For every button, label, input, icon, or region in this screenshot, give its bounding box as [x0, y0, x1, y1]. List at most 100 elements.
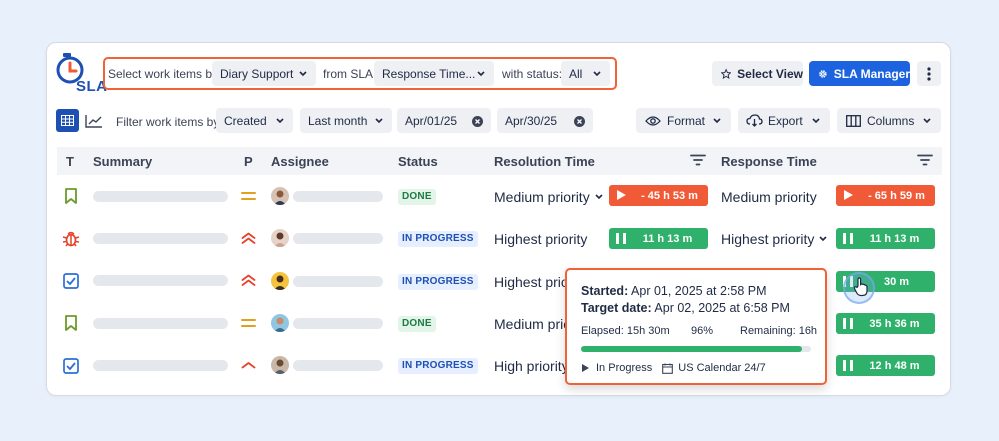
- column-header-priority[interactable]: P: [244, 154, 253, 169]
- response-priority: Highest priority: [721, 231, 815, 247]
- timer-value: - 45 h 53 m: [641, 189, 698, 202]
- status-badge: DONE: [398, 189, 436, 205]
- status-badge: IN PROGRESS: [398, 358, 478, 374]
- timer-value: 35 h 36 m: [869, 317, 920, 330]
- timer-value: 12 h 48 m: [869, 359, 920, 372]
- columns-button[interactable]: Columns: [837, 108, 941, 133]
- avatar: [271, 229, 289, 247]
- avatar: [271, 314, 289, 332]
- sla-dropdown[interactable]: Response Time...: [374, 61, 494, 86]
- percent-text: 96%: [691, 325, 714, 337]
- chevron-down-icon: [593, 71, 601, 77]
- gear-icon: [819, 69, 827, 78]
- resolution-timer[interactable]: 11 h 13 m: [609, 228, 708, 249]
- checkbox-icon: [63, 273, 79, 289]
- chevron-down-icon: [477, 71, 485, 77]
- pause-icon: [616, 233, 626, 244]
- column-header-type[interactable]: T: [66, 154, 74, 169]
- elapsed-text: Elapsed: 15h 30m: [581, 325, 670, 337]
- bookmark-icon: [65, 188, 77, 204]
- star-icon: [721, 67, 732, 79]
- hand-cursor-icon: [853, 277, 868, 297]
- sla-state: In Progress: [596, 362, 653, 374]
- chevron-down-icon: [375, 118, 383, 124]
- target-label: Target date:: [581, 301, 652, 315]
- chevron-down-icon[interactable]: [594, 193, 604, 201]
- play-icon: [844, 190, 853, 200]
- more-options-button[interactable]: [917, 61, 941, 86]
- resolution-priority: Medium prio: [494, 316, 572, 332]
- progress-fill: [581, 346, 802, 352]
- response-timer[interactable]: 35 h 36 m: [836, 313, 935, 334]
- chevron-down-icon: [923, 118, 931, 124]
- export-button[interactable]: Export: [738, 108, 830, 133]
- resolution-timer[interactable]: - 45 h 53 m: [609, 185, 708, 206]
- clear-icon[interactable]: [574, 116, 585, 127]
- with-status-label: with status:: [502, 67, 563, 81]
- filter-label: Filter work items by:: [116, 115, 223, 129]
- resolution-priority: Highest priority: [494, 231, 588, 247]
- status-dropdown[interactable]: All: [561, 61, 610, 86]
- chevron-down-icon: [276, 118, 284, 124]
- sla-tooltip: Started: Apr 01, 2025 at 2:58 PM Target …: [565, 268, 827, 385]
- date-from-field[interactable]: Apr/01/25: [397, 108, 491, 133]
- filter-field-value: Created: [224, 113, 267, 128]
- response-timer[interactable]: - 65 h 59 m: [836, 185, 935, 206]
- avatar: [271, 272, 289, 290]
- calendar-name: US Calendar 24/7: [678, 362, 766, 374]
- date-to-field[interactable]: Apr/30/25: [497, 108, 593, 133]
- bookmark-icon: [65, 315, 77, 331]
- chevron-down-icon: [812, 118, 820, 124]
- summary-placeholder: [93, 233, 228, 244]
- column-header-response[interactable]: Response Time: [721, 154, 817, 169]
- pause-icon: [843, 318, 853, 329]
- timer-value: - 65 h 59 m: [868, 189, 925, 202]
- response-timer[interactable]: 11 h 13 m: [836, 228, 935, 249]
- eye-icon: [645, 115, 661, 126]
- status-badge: IN PROGRESS: [398, 231, 478, 247]
- column-header-assignee[interactable]: Assignee: [271, 154, 329, 169]
- clear-icon[interactable]: [472, 116, 483, 127]
- cloud-download-icon: [746, 114, 763, 127]
- started-value: Apr 01, 2025 at 2:58 PM: [631, 284, 767, 298]
- filter-period-value: Last month: [308, 113, 368, 128]
- status-badge: IN PROGRESS: [398, 274, 478, 290]
- format-button[interactable]: Format: [636, 108, 731, 133]
- status-badge: DONE: [398, 316, 436, 332]
- chevron-down-icon: [299, 71, 307, 77]
- filter-period-dropdown[interactable]: Last month: [300, 108, 392, 133]
- checkbox-icon: [63, 358, 79, 374]
- sla-value: Response Time...: [382, 66, 476, 81]
- summary-placeholder: [93, 191, 228, 202]
- chevron-down-icon[interactable]: [818, 235, 828, 243]
- select-view-button[interactable]: Select View: [712, 61, 803, 86]
- project-dropdown[interactable]: Diary Support: [212, 61, 316, 86]
- bug-icon: [62, 231, 80, 247]
- filter-field-dropdown[interactable]: Created: [216, 108, 293, 133]
- avatar: [271, 187, 289, 205]
- timer-value: 11 h 13 m: [869, 232, 920, 245]
- priority-highest-icon: [241, 232, 256, 244]
- column-header-summary[interactable]: Summary: [93, 154, 152, 169]
- priority-highest-icon: [241, 274, 256, 286]
- grid-view-toggle[interactable]: [56, 109, 79, 132]
- filter-icon[interactable]: [917, 154, 933, 166]
- chart-view-toggle[interactable]: [82, 109, 105, 132]
- resolution-priority: High priority: [494, 358, 569, 374]
- status-value: All: [569, 66, 583, 81]
- summary-placeholder: [93, 360, 228, 371]
- response-timer[interactable]: 12 h 48 m: [836, 355, 935, 376]
- assignee-placeholder: [293, 191, 383, 202]
- select-label: Select work items by:: [108, 67, 222, 81]
- table-icon: [61, 115, 74, 126]
- sla-manager-button[interactable]: SLA Manager: [809, 61, 910, 86]
- column-header-status[interactable]: Status: [398, 154, 438, 169]
- column-header-resolution[interactable]: Resolution Time: [494, 154, 595, 169]
- trend-chart-icon: [84, 114, 102, 128]
- date-to-value: Apr/30/25: [505, 113, 558, 128]
- play-icon: [582, 364, 589, 372]
- columns-icon: [846, 114, 861, 127]
- assignee-placeholder: [293, 233, 383, 244]
- summary-placeholder: [93, 275, 228, 286]
- filter-icon[interactable]: [690, 154, 706, 166]
